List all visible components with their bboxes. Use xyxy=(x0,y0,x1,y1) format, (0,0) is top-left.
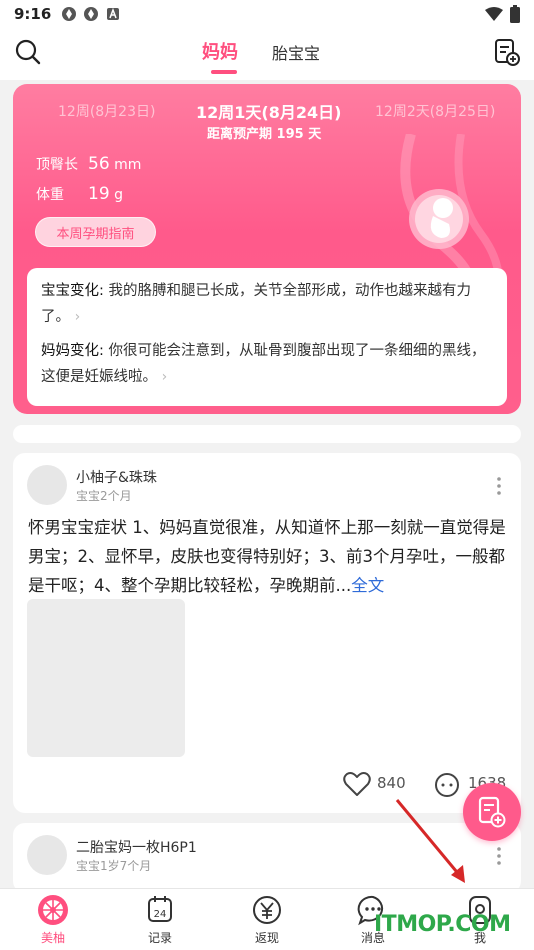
more-options-icon[interactable] xyxy=(497,477,501,495)
meiyou-logo-icon xyxy=(38,895,68,925)
mom-change-text: 你很可能会注意到，从耻骨到腹部出现了一条细细的黑线，这便是妊娠线啦。 xyxy=(41,343,486,385)
post-username[interactable]: 二胎宝妈一枚H6P1 xyxy=(76,837,197,857)
baby-change-text: 我的胳膊和腿已长成，关节全部形成，动作也越来越有力了。 xyxy=(41,283,471,325)
chevron-right-icon: › xyxy=(161,369,168,385)
weight-value: 19 xyxy=(88,184,110,204)
prev-day-label[interactable]: 12周(8月23日) xyxy=(58,101,155,121)
notification-icons xyxy=(61,6,121,22)
tab-baby[interactable]: 胎宝宝 xyxy=(272,40,320,64)
current-day-label: 12周1天(8月24日) xyxy=(196,103,342,122)
create-post-button[interactable] xyxy=(463,783,521,841)
weight-metric: 体重 19 g xyxy=(36,184,123,204)
more-options-icon[interactable] xyxy=(497,847,501,865)
nav-label: 返现 xyxy=(254,931,279,945)
post-body[interactable]: 怀男宝宝症状 1、妈妈直觉很准，从知道怀上那一刻就一直觉得是男宝；2、显怀早，皮… xyxy=(28,513,508,600)
post-image[interactable] xyxy=(27,599,185,757)
active-tab-indicator xyxy=(211,70,237,74)
nav-label: 记录 xyxy=(147,931,172,945)
length-label: 顶臀长 xyxy=(36,157,78,173)
length-unit: mm xyxy=(114,157,142,173)
like-count: 840 xyxy=(377,774,406,792)
post-baby-age: 宝宝2个月 xyxy=(76,489,132,503)
length-value: 56 xyxy=(88,154,110,174)
avatar[interactable] xyxy=(27,465,67,505)
comment-icon[interactable] xyxy=(433,771,461,799)
calendar-day: 24 xyxy=(154,909,167,920)
font-notification-icon xyxy=(107,7,120,20)
post-username[interactable]: 小柚子&珠珠 xyxy=(76,467,157,487)
nav-meiyou[interactable]: 美柚 xyxy=(23,893,83,946)
weekly-guide-button[interactable]: 本周孕期指南 xyxy=(35,217,156,247)
avatar[interactable] xyxy=(27,835,67,875)
note-add-icon xyxy=(478,796,506,828)
post-card[interactable]: 小柚子&珠珠 宝宝2个月 怀男宝宝症状 1、妈妈直觉很准，从知道怀上那一刻就一直… xyxy=(13,453,521,813)
yen-icon xyxy=(253,896,281,924)
search-icon[interactable] xyxy=(14,38,42,66)
weight-unit: g xyxy=(114,187,123,203)
app-notification-icon xyxy=(84,7,99,21)
chevron-right-icon: › xyxy=(74,309,81,325)
baby-change-label: 宝宝变化: xyxy=(41,283,104,299)
mom-change-item[interactable]: 妈妈变化: 你很可能会注意到，从耻骨到腹部出现了一条细细的黑线，这便是妊娠线啦。… xyxy=(41,338,493,390)
weight-label: 体重 xyxy=(36,187,64,203)
tab-mama[interactable]: 妈妈 xyxy=(202,38,238,64)
heart-icon[interactable] xyxy=(343,771,371,797)
feed-filter-strip xyxy=(13,425,521,443)
nav-cashback[interactable]: 返现 xyxy=(237,893,297,946)
top-nav: 妈妈 胎宝宝 xyxy=(0,28,534,80)
weekly-changes-box[interactable]: 宝宝变化: 我的胳膊和腿已长成，关节全部形成，动作也越来越有力了。 › 妈妈变化… xyxy=(27,268,507,406)
next-day-label[interactable]: 12周2天(8月25日) xyxy=(375,101,495,121)
due-days: 195 xyxy=(276,127,304,142)
baby-change-item[interactable]: 宝宝变化: 我的胳膊和腿已长成，关节全部形成，动作也越来越有力了。 › xyxy=(41,278,493,330)
length-metric: 顶臀长 56 mm xyxy=(36,154,141,174)
post-baby-age: 宝宝1岁7个月 xyxy=(76,859,152,873)
post-card[interactable]: 二胎宝妈一枚H6P1 宝宝1岁7个月 xyxy=(13,823,521,893)
due-countdown: 距离预产期 195 天 xyxy=(207,123,321,142)
pregnancy-card[interactable]: 12周(8月23日) 12周1天(8月24日) 12周2天(8月25日) 距离预… xyxy=(13,84,521,414)
nav-label: 美柚 xyxy=(40,931,65,945)
wifi-icon xyxy=(485,7,503,21)
calendar-icon: 24 xyxy=(148,896,172,922)
mom-change-label: 妈妈变化: xyxy=(41,343,104,359)
read-more-link[interactable]: 全文 xyxy=(351,576,384,595)
app-notification-icon xyxy=(62,7,77,21)
battery-icon xyxy=(510,5,520,23)
post-text: 怀男宝宝症状 1、妈妈直觉很准，从知道怀上那一刻就一直觉得是男宝；2、显怀早，皮… xyxy=(28,518,506,595)
watermark: ITMOP.COM xyxy=(374,912,511,937)
due-prefix: 距离预产期 xyxy=(207,127,273,142)
status-bar: 9:16 xyxy=(0,0,534,28)
nav-record[interactable]: 24 记录 xyxy=(130,893,190,946)
note-add-icon[interactable] xyxy=(494,38,520,66)
system-status-icons xyxy=(484,5,520,23)
status-time: 9:16 xyxy=(14,5,52,23)
due-suffix: 天 xyxy=(308,127,322,142)
